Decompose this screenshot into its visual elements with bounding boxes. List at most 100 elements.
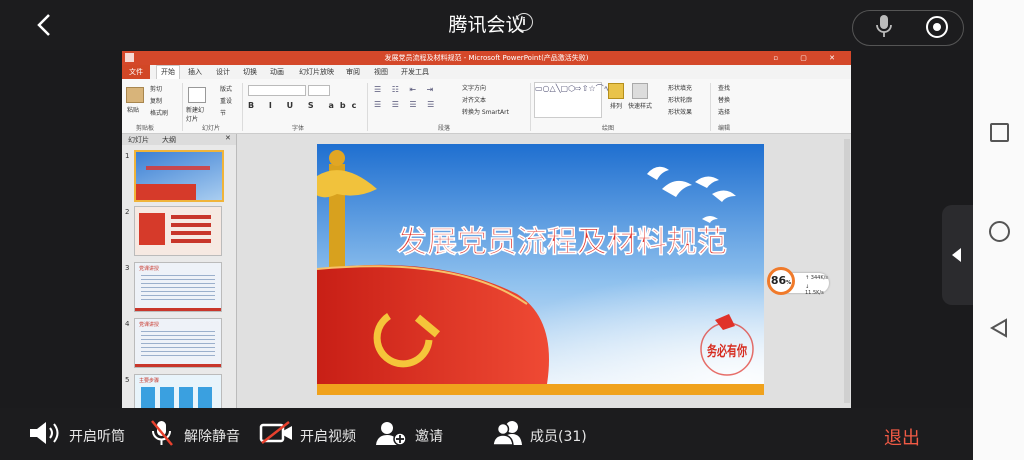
quick-styles-button[interactable]: 快速样式 — [628, 101, 652, 110]
network-speed-widget[interactable]: ↑ 344K/s ↓ 11.5K/s 86% — [767, 267, 833, 299]
font-name-select[interactable] — [248, 85, 306, 96]
format-painter-button[interactable]: 格式刷 — [150, 108, 168, 117]
shape-fill-button[interactable]: 形状填充 — [668, 83, 692, 92]
slide-thumbnail-5[interactable]: 主要步骤 — [134, 374, 222, 408]
tab-developer[interactable]: 开发工具 — [401, 67, 429, 77]
unmute-button-label[interactable]: 解除静音 — [184, 426, 240, 446]
new-slide-icon[interactable] — [188, 87, 206, 103]
section-button[interactable]: 节 — [220, 108, 226, 117]
cut-button[interactable]: 剪切 — [150, 84, 162, 93]
tab-transitions[interactable]: 切换 — [243, 67, 257, 77]
tab-view[interactable]: 视图 — [374, 67, 388, 77]
system-back-icon[interactable] — [990, 318, 1008, 338]
group-paragraph: 段落 — [438, 125, 451, 132]
thumb-heading: 主要步骤 — [139, 378, 160, 384]
ribbon-tabs: 文件 开始 插入 设计 切换 动画 幻灯片放映 审阅 视图 开发工具 — [122, 65, 851, 79]
expand-left-icon[interactable] — [952, 248, 961, 262]
thumb-footer — [135, 308, 221, 311]
record-icon[interactable] — [926, 16, 948, 38]
add-user-icon[interactable] — [376, 420, 408, 446]
tab-insert[interactable]: 插入 — [188, 67, 202, 77]
group-editing: 编辑 — [718, 125, 731, 132]
slide-thumbnail-1[interactable] — [134, 150, 224, 202]
speaker-icon[interactable] — [28, 419, 64, 447]
close-panel-icon[interactable]: ✕ — [225, 134, 231, 142]
ribbon-divider — [367, 83, 368, 131]
slide-title: 发展党员流程及材料规范 — [396, 225, 727, 260]
memory-percent-unit: % — [786, 280, 792, 286]
slide-thumbnail-panel: 幻灯片 大纲 ✕ 1 2 3 党课讲授 4 党课讲授 5 主要步骤 — [122, 134, 237, 408]
tab-file[interactable]: 文件 — [122, 65, 150, 79]
select-button[interactable]: 选择 — [718, 107, 730, 116]
tab-design[interactable]: 设计 — [216, 67, 230, 77]
slide-thumbnail-4[interactable]: 党课讲授 — [134, 318, 222, 368]
memory-usage-circle: 86% — [767, 267, 795, 295]
thumb-text-lines — [141, 331, 215, 357]
copy-button[interactable]: 复制 — [150, 96, 162, 105]
font-size-select[interactable] — [308, 85, 330, 96]
muted-microphone-icon[interactable] — [150, 419, 174, 447]
download-speed-value: 11.5K/s — [805, 290, 824, 296]
slide-thumbnail-2[interactable] — [134, 206, 222, 256]
video-button-label[interactable]: 开启视频 — [300, 426, 356, 446]
ribbon-divider — [242, 83, 243, 131]
video-off-icon[interactable] — [259, 421, 295, 445]
paste-icon[interactable] — [126, 87, 144, 103]
arrange-icon[interactable] — [608, 83, 624, 99]
canvas-scrollbar[interactable] — [844, 139, 850, 403]
paste-label[interactable]: 粘贴 — [127, 105, 139, 114]
thumb-title-bar — [146, 166, 210, 170]
shape-outline-button[interactable]: 形状轮廓 — [668, 95, 692, 104]
text-direction-button[interactable]: 文字方向 — [462, 83, 486, 92]
find-button[interactable]: 查找 — [718, 83, 730, 92]
shape-effects-button[interactable]: 形状效果 — [668, 107, 692, 116]
thumb-emblem — [139, 213, 165, 245]
reset-button[interactable]: 重设 — [220, 96, 232, 105]
layout-button[interactable]: 版式 — [220, 84, 232, 93]
memory-percent: 86 — [770, 274, 787, 287]
new-slide-button[interactable]: 新建幻灯片 — [186, 105, 208, 123]
microphone-icon[interactable] — [876, 14, 892, 40]
thumb-number: 4 — [125, 320, 130, 328]
font-style-buttons[interactable]: B I U S abc — [248, 101, 362, 110]
thumb-text-lines — [141, 275, 215, 301]
current-slide[interactable]: 务必有你 发展党员流程及材料规范 — [317, 144, 764, 395]
stamp-text: 务必有你 — [707, 343, 747, 360]
tab-review[interactable]: 审阅 — [346, 67, 360, 77]
panel-tab-slides[interactable]: 幻灯片 — [128, 135, 149, 145]
window-controls[interactable]: ▫ ▢ ✕ — [773, 51, 845, 65]
align-buttons[interactable]: ☰ ☰ ☰ ☰ — [374, 100, 438, 109]
tab-slideshow[interactable]: 幻灯片放映 — [299, 67, 334, 77]
members-button-label[interactable]: 成员(31) — [530, 426, 587, 446]
smartart-button[interactable]: 转换为 SmartArt — [462, 107, 509, 116]
slide-thumbnail-3[interactable]: 党课讲授 — [134, 262, 222, 312]
list-buttons[interactable]: ☰ ☷ ⇤ ⇥ — [374, 85, 437, 94]
home-icon[interactable] — [989, 221, 1010, 242]
align-text-button[interactable]: 对齐文本 — [462, 95, 486, 104]
thumb-list — [171, 215, 211, 245]
download-speed: ↓ 11.5K/s — [805, 284, 824, 296]
invite-button-label[interactable]: 邀请 — [415, 426, 443, 446]
info-icon[interactable]: i — [515, 13, 533, 31]
members-icon[interactable] — [492, 420, 526, 446]
meeting-bottom-bar — [0, 408, 973, 460]
group-clipboard: 剪贴板 — [136, 125, 155, 132]
thumb-boxes — [141, 387, 215, 408]
quick-styles-icon[interactable] — [632, 83, 648, 99]
tab-animations[interactable]: 动画 — [270, 67, 284, 77]
shapes-gallery[interactable]: ▭○△╲▢⬡⇨⇧☆⌒∿⬭ — [534, 82, 617, 118]
thumb-number: 1 — [125, 152, 130, 160]
recent-apps-icon[interactable] — [990, 123, 1009, 142]
exit-meeting-button[interactable]: 退出 — [884, 424, 920, 450]
thumb-footer — [135, 364, 221, 367]
panel-tab-outline[interactable]: 大纲 — [162, 135, 176, 145]
thumb-heading: 党课讲授 — [139, 322, 160, 328]
arrange-button[interactable]: 排列 — [610, 101, 622, 110]
speaker-button-label[interactable]: 开启听筒 — [69, 426, 125, 446]
ribbon-divider — [182, 83, 183, 131]
group-font: 字体 — [292, 125, 305, 132]
group-slides: 幻灯片 — [202, 125, 221, 132]
replace-button[interactable]: 替换 — [718, 95, 730, 104]
tab-home[interactable]: 开始 — [156, 65, 180, 79]
meeting-title: 腾讯会议 — [448, 14, 525, 36]
